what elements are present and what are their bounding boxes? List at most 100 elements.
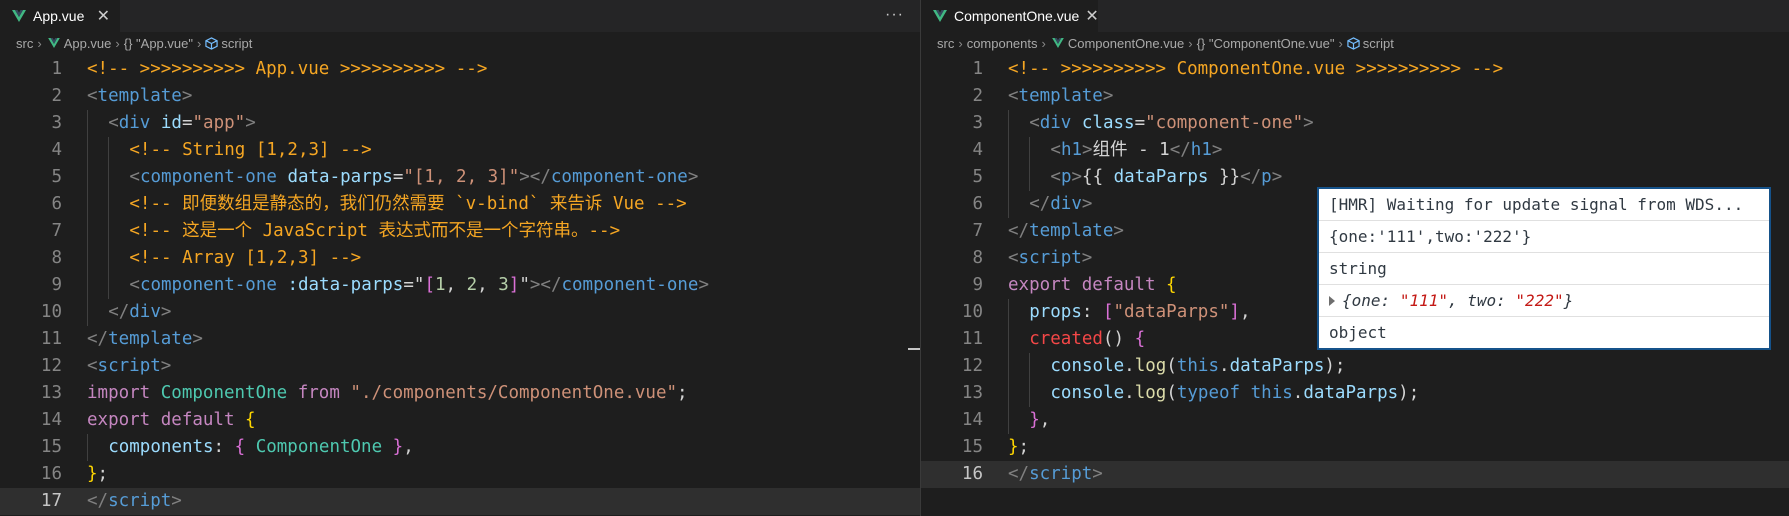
code-token: : [1081,302,1103,322]
code-line[interactable]: 12 console.log(this.dataParps); [921,353,1789,380]
code-token: > [1271,167,1283,187]
indent-guide [108,218,110,245]
code-line[interactable]: 13 import ComponentOne from "./components… [0,380,920,407]
code-text: <script> [1008,245,1092,272]
line-number: 13 [40,383,62,403]
code-line[interactable]: 15 components: { ComponentOne }, [0,434,920,461]
code-text: </script> [87,488,182,515]
code-token: . [1219,356,1230,376]
code-token: components [108,437,214,457]
line-number: 14 [40,410,62,430]
breadcrumb: src › App.vue › {} "App.vue" › script [0,32,920,54]
indent-guide [108,164,110,191]
code-line[interactable]: 3 <div class="component-one"> [921,110,1789,137]
code-line[interactable]: 9 <component-one :data-parps="[1, 2, 3]">… [0,272,920,299]
code-token: </ [1240,167,1262,187]
code-token: :data-parps [287,275,404,295]
code-token: script [97,356,161,376]
code-token: ] [508,275,520,295]
indent-guide [1008,164,1009,191]
code-token: < [87,86,98,106]
code-token: > [1211,140,1223,160]
breadcrumb-item-file[interactable]: App.vue [64,36,112,51]
code-text: <div class="component-one"> [1029,110,1314,137]
code-line[interactable]: 12 <script> [0,353,920,380]
code-token: import [87,383,161,403]
tab-app-vue[interactable]: App.vue ✕ [0,0,120,32]
code-text: <h1>组件 - 1</h1> [1050,137,1222,164]
code-line[interactable]: 16 </script> [921,461,1789,488]
indent-guide [87,191,88,218]
code-token: , [1239,302,1251,322]
breadcrumb-item-module[interactable]: {} "ComponentOne.vue" [1197,36,1335,51]
more-actions-icon[interactable]: ··· [885,6,904,24]
right-tab-bar: ComponentOne.vue ✕ [921,0,1789,32]
vue-logo-icon [933,10,947,22]
code-line[interactable]: 5 <component-one data-parps="[1, 2, 3]"><… [0,164,920,191]
code-line[interactable]: 11 </template> [0,326,920,353]
code-line[interactable]: 6 <!-- 即便数组是静态的，我们仍然需要 `v-bind` 来告诉 Vue -… [0,191,920,218]
console-message-object-string[interactable]: {one:'111',two:'222'} [1319,221,1769,253]
breadcrumb-item-file[interactable]: ComponentOne.vue [1068,36,1184,51]
console-message-expandable-object[interactable]: {one: "111", two: "222"} [1319,285,1769,317]
scrollbar-marker[interactable] [908,348,920,350]
line-number: 2 [972,86,983,106]
code-line[interactable]: 7 <!-- 这是一个 JavaScript 表达式而不是一个字符串。--> [0,218,920,245]
expand-triangle-icon[interactable] [1329,296,1335,306]
code-line[interactable]: 16}; [0,461,920,488]
code-token: <!-- >>>>>>>>>> App.vue >>>>>>>>>> --> [87,59,488,79]
close-icon[interactable]: ✕ [1085,6,1098,26]
code-line[interactable]: 8 <!-- Array [1,2,3] --> [0,245,920,272]
code-line[interactable]: 3 <div id="app"> [0,110,920,137]
tab-componentone-vue[interactable]: ComponentOne.vue ✕ [921,0,1099,32]
indent-guide [1008,407,1009,434]
indent-guide [87,299,88,326]
breadcrumb-item-src[interactable]: src [16,36,33,51]
code-text: console.log(typeof this.dataParps); [1050,380,1419,407]
code-token: < [1008,86,1019,106]
breadcrumb-item-src[interactable]: src [937,36,954,51]
code-line[interactable]: 14 export default { [0,407,920,434]
code-token: 1 [434,275,446,295]
code-text: <p>{{ dataParps }}</p> [1050,164,1282,191]
code-line[interactable]: 10 </div> [0,299,920,326]
code-line[interactable]: 1 <!-- >>>>>>>>>> ComponentOne.vue >>>>>>… [921,56,1789,83]
code-editor-left[interactable]: 1 <!-- >>>>>>>>>> App.vue >>>>>>>>>> --> 2… [0,56,920,515]
code-text: <!-- >>>>>>>>>> ComponentOne.vue >>>>>>>… [1008,56,1503,83]
code-line[interactable]: 2 <template> [921,83,1789,110]
code-line[interactable]: 2 <template> [0,83,920,110]
code-line[interactable]: 15}; [921,434,1789,461]
code-token: div [1050,194,1082,214]
chevron-right-icon: › [1188,35,1193,51]
code-token: ; [677,383,688,403]
code-line[interactable]: 14}, [921,407,1789,434]
console-message-hmr[interactable]: [HMR] Waiting for update signal from WDS… [1319,189,1769,221]
cube-icon [205,36,218,50]
code-token: > [1092,464,1103,484]
code-line[interactable]: 13 console.log(typeof this.dataParps); [921,380,1789,407]
breadcrumb-item-symbol[interactable]: script [1363,36,1394,51]
code-line[interactable]: 4 <!-- String [1,2,3] --> [0,137,920,164]
code-text: <template> [1008,83,1113,110]
close-icon[interactable]: ✕ [97,6,110,26]
breadcrumb-item-symbol[interactable]: script [221,36,252,51]
code-token: component-one [561,275,699,295]
code-token: = [181,113,193,133]
code-token: 3 [498,275,509,295]
breadcrumb-item-components[interactable]: components [967,36,1038,51]
console-message-type[interactable]: object [1319,317,1769,348]
tab-label: App.vue [33,8,85,24]
code-line[interactable]: 17 </script> [0,488,920,515]
object-separator: , [1447,291,1468,310]
code-line[interactable]: 1 <!-- >>>>>>>>>> App.vue >>>>>>>>>> --> [0,56,920,83]
breadcrumb-item-module[interactable]: {} "App.vue" [124,36,193,51]
code-token: ( [1166,383,1177,403]
breadcrumb: src › components › ComponentOne.vue › {}… [921,32,1789,54]
line-number: 5 [972,167,983,187]
console-message-string[interactable]: string [1319,253,1769,285]
code-token: dataParps [1303,383,1399,403]
code-line[interactable]: 4 <h1>组件 - 1</h1> [921,137,1789,164]
code-token: component-one [139,275,277,295]
code-text: import ComponentOne from "./components/C… [87,380,688,407]
code-token: from [287,383,351,403]
